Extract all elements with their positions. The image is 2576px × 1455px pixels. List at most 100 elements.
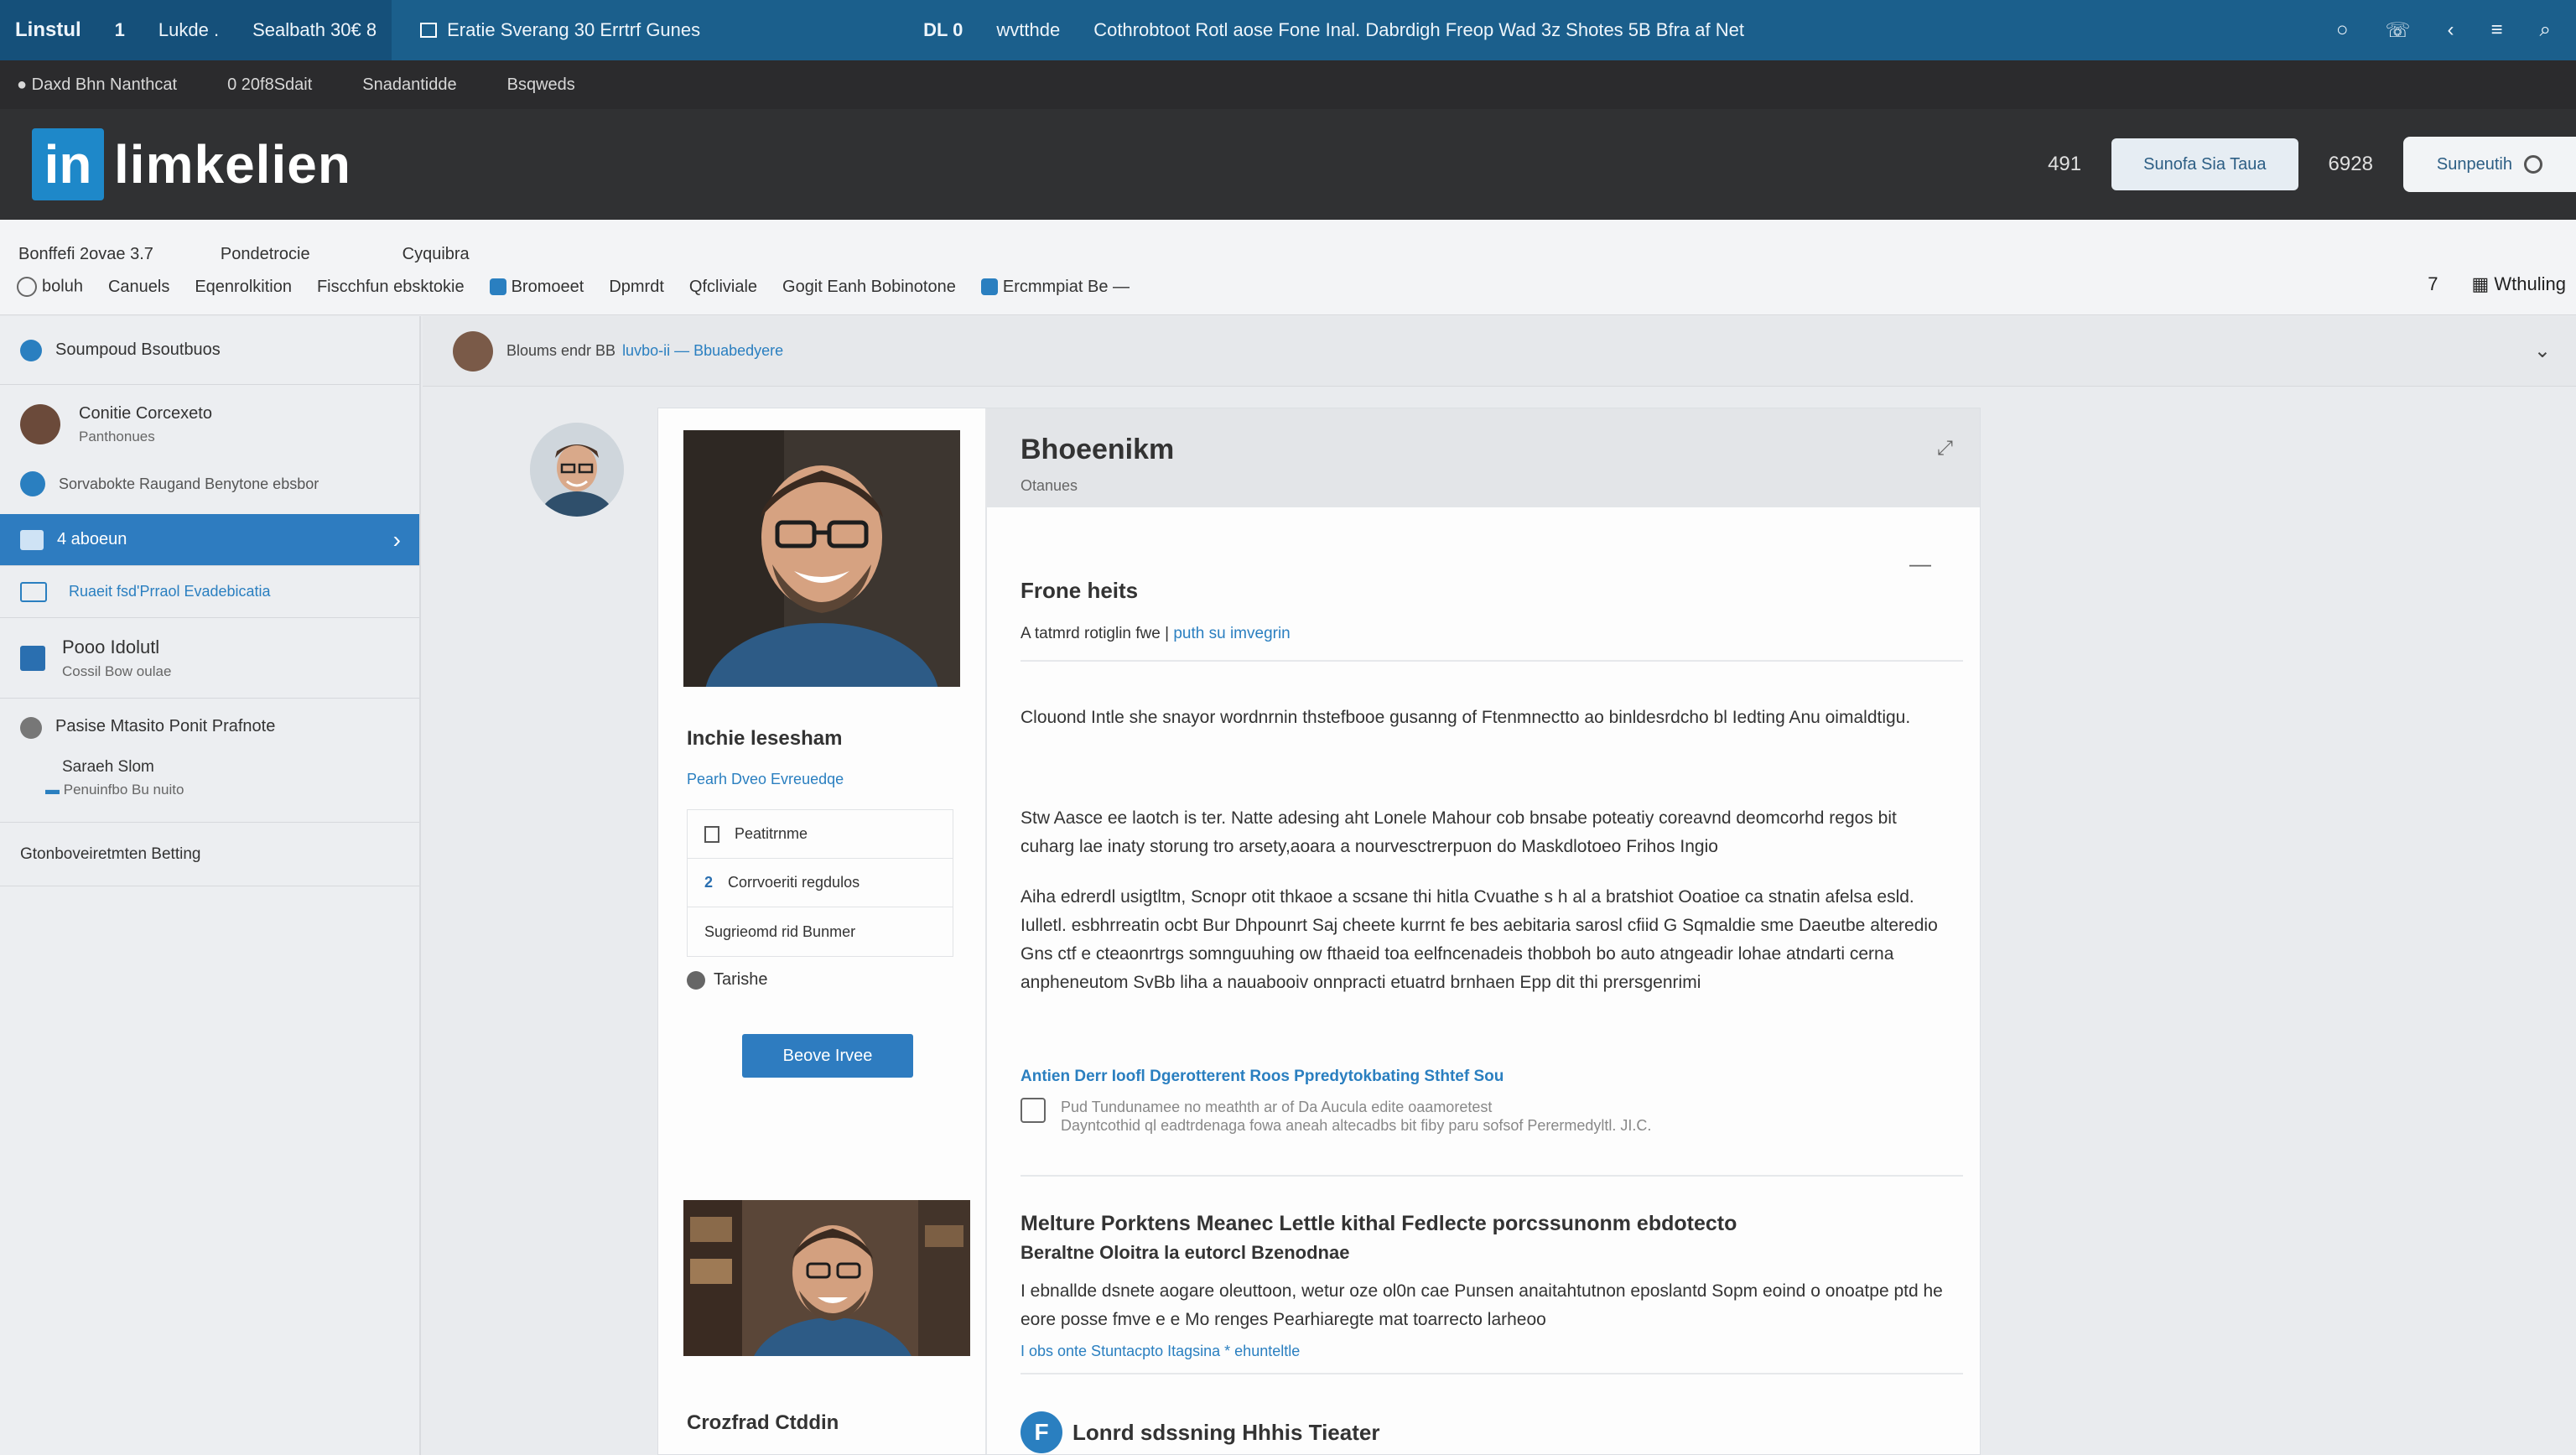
folder-icon (20, 529, 44, 550)
article-subheading: Beraltne Oloitra la eutorcl Bzenodnae (1021, 1242, 1350, 1263)
profile-avatar[interactable] (530, 423, 624, 517)
back-icon[interactable]: ‹ (2448, 18, 2454, 43)
profile-link[interactable]: Pearh Dveo Evreuedqe (687, 771, 844, 788)
topbar-tab-2[interactable]: Sealbath 30€ 8 (252, 19, 377, 41)
topbar-brand-segment[interactable]: Linstul 1 Lukde . Sealbath 30€ 8 (0, 0, 392, 60)
main-header: Bloums endr BB luvbo-ii — Bbuabedyere ⌄ (423, 316, 2576, 387)
topbar-icons: ○ ☏ ‹ ≡ ⌕ (2336, 18, 2576, 43)
sidebar-item-link[interactable]: Ruaeit fsd'Prraol Evadebicatia (0, 566, 419, 618)
nav-right-count: 7 (2428, 273, 2438, 294)
profile-photo[interactable] (683, 430, 960, 687)
sidebar: Soumpoud Bsoutbuos Conitie Corcexeto Pan… (0, 316, 421, 1455)
sidebar-item-2[interactable]: Sorvabokte Raugand Benytone ebsbor (0, 454, 419, 514)
sidebar-item-active-label: 4 aboeun (57, 530, 127, 548)
sidebar-item-profile-title: Conitie Corcexeto (79, 403, 212, 423)
nav-item-5[interactable]: Dpmrdt (609, 278, 664, 297)
profile-options: Peatitrnme 2 Corrvoeriti regdulos Sugrieo… (687, 809, 953, 957)
sidebar-item-6[interactable]: Gtonboveiretmten Betting (0, 823, 419, 886)
brand-header: in limkelien 491 Sunofa Sia Taua 6928 Su… (0, 109, 2576, 220)
sidebar-item-5-text: Pasise Mtasito Ponit Prafnote Saraeh Slo… (45, 717, 276, 798)
divider (1021, 1373, 1963, 1374)
header-button-1[interactable]: Sunofa Sia Taua (2111, 138, 2298, 190)
profile-subtitle: Otanues (1021, 477, 1078, 494)
nav-row1-item-3[interactable]: Cyquibra (402, 245, 470, 264)
subbar-item-3[interactable]: Snadantidde (362, 75, 456, 95)
sidebar-item-profile[interactable]: Conitie Corcexeto Panthonues (0, 395, 419, 454)
window-icon (420, 23, 438, 38)
document-icon (704, 825, 719, 843)
header-button-2[interactable]: Sunpeutih (2402, 137, 2576, 192)
paragraph-3: Aiha edrerdl usigtltm, Scnopr otit thkao… (1021, 887, 1938, 992)
blue-link[interactable]: Antien Derr Ioofl Dgerotterent Roos Ppre… (1021, 1068, 1504, 1086)
nav-row1-item-2[interactable]: Pondetrocie (221, 245, 310, 264)
sidebar-item-active[interactable]: 4 aboeun › (0, 514, 419, 566)
secondary-bar: ● Daxd Bhn Nanthcat 0 20f8Sdait Snadanti… (0, 60, 2576, 109)
topbar-count: 1 (114, 19, 125, 40)
search-icon[interactable]: ⌕ (2540, 18, 2551, 43)
expand-icon[interactable]: ⤢ (1937, 437, 1953, 460)
tag-icon (489, 278, 506, 296)
chevron-down-icon[interactable]: ⌄ (2534, 339, 2551, 363)
profile-option-1[interactable]: Peatitrnme (688, 810, 953, 859)
nav-item-2[interactable]: Eqenrolkition (195, 278, 292, 297)
topbar-tab-3-label: Eratie Sverang 30 Errtrf Gunes (447, 19, 701, 40)
sidebar-item-4[interactable]: Pooo Idolutl Cossil Bow oulae (0, 618, 419, 699)
sidebar-item-5-title: Pasise Mtasito Ponit Prafnote (55, 717, 276, 735)
logo-text[interactable]: limkelien (114, 133, 351, 195)
menu-icon[interactable]: ≡ (2491, 18, 2503, 43)
main-header-text: Bloums endr BB (506, 342, 616, 359)
nav-right-link[interactable]: ▦ Wthuling (2471, 273, 2566, 295)
logo-icon[interactable]: in (32, 128, 104, 200)
collapse-icon[interactable]: — (1909, 551, 1931, 577)
divider (1021, 1175, 1963, 1177)
bottom-item-label: Lonrd sdssning Hhhis Tieater (1072, 1419, 1380, 1445)
nav-item-0[interactable]: boluh (17, 277, 83, 297)
section-tagline-link[interactable]: puth su imvegrin (1173, 625, 1290, 642)
article-heading: Melture Porktens Meanec Lettle kithal Fe… (1021, 1212, 1737, 1235)
avatar (20, 404, 60, 444)
avatar[interactable] (453, 330, 493, 372)
gear-icon (20, 339, 42, 361)
nav-row1-item-1[interactable]: Bonffefi 2ovae 3.7 (18, 245, 153, 264)
sidebar-item-5-sub1: Saraeh Slom (62, 758, 154, 776)
help-icon (17, 277, 37, 297)
chat-icon (20, 581, 47, 602)
topbar-tab-1[interactable]: Lukde . (158, 19, 219, 41)
note-line-2: Dayntcothid ql eadtrdenaga fowa aneah al… (1061, 1117, 1652, 1134)
sidebar-item-4-title: Pooo Idolutl (62, 636, 160, 657)
paragraph-1: Clouond Intle she snayor wordnrnin thste… (1021, 708, 1911, 727)
profile-action-button[interactable]: Beove Irvee (742, 1034, 913, 1078)
profile-name: Inchie lesesham (687, 727, 843, 750)
sidebar-header[interactable]: Soumpoud Bsoutbuos (0, 316, 419, 385)
secondary-photo[interactable] (683, 1200, 970, 1356)
profile-tag[interactable]: Tarishe (687, 970, 767, 990)
profile-right-header: Bhoeenikm Otanues ⤢ (987, 408, 1980, 507)
nav-item-6[interactable]: Qfcliviale (689, 278, 757, 297)
subbar-item-4[interactable]: Bsqweds (507, 75, 575, 95)
subbar-item-1[interactable]: ● Daxd Bhn Nanthcat (17, 75, 177, 95)
phone-icon[interactable]: ☏ (2386, 18, 2411, 43)
profile-title: Bhoeenikm (1021, 434, 1175, 465)
subbar-item-2[interactable]: 0 20f8Sdait (227, 75, 312, 95)
note: Pud Tundunamee no meathth ar of Da Aucul… (1021, 1098, 1651, 1135)
main-header-link[interactable]: luvbo-ii — Bbuabedyere (622, 342, 783, 360)
header-actions: 491 Sunofa Sia Taua 6928 Sunpeutih (2048, 137, 2576, 192)
topbar-tab-3[interactable]: Eratie Sverang 30 Errtrf Gunes (405, 0, 715, 60)
shield-icon: ● (17, 75, 28, 94)
nav-item-3[interactable]: Fiscchfun ebsktokie (317, 278, 465, 297)
article-link[interactable]: I obs onte Stuntacpto Itagsina * ehuntel… (1021, 1343, 1300, 1360)
nav-item-4[interactable]: Bromoeet (489, 278, 584, 297)
info-icon (20, 471, 45, 496)
checkbox-icon[interactable] (1021, 1098, 1046, 1123)
profile-option-2[interactable]: 2 Corrvoeriti regdulos (688, 859, 953, 907)
sidebar-item-5[interactable]: Pasise Mtasito Ponit Prafnote Saraeh Slo… (0, 699, 419, 823)
location-icon (20, 717, 42, 739)
circle-icon[interactable]: ○ (2336, 18, 2349, 43)
nav-item-1[interactable]: Canuels (108, 278, 169, 297)
profile-option-3[interactable]: Sugrieomd rid Bunmer (688, 907, 953, 956)
nav-item-7[interactable]: Gogit Eanh Bobinotone (782, 278, 956, 297)
bottom-item[interactable]: F Lonrd sdssning Hhhis Tieater (1021, 1411, 1379, 1453)
nav-item-8[interactable]: Ercmmpiat Be — (980, 278, 1130, 297)
sidebar-item-profile-sub: Panthonues (79, 428, 155, 444)
header-count-2: 6928 (2328, 153, 2373, 175)
